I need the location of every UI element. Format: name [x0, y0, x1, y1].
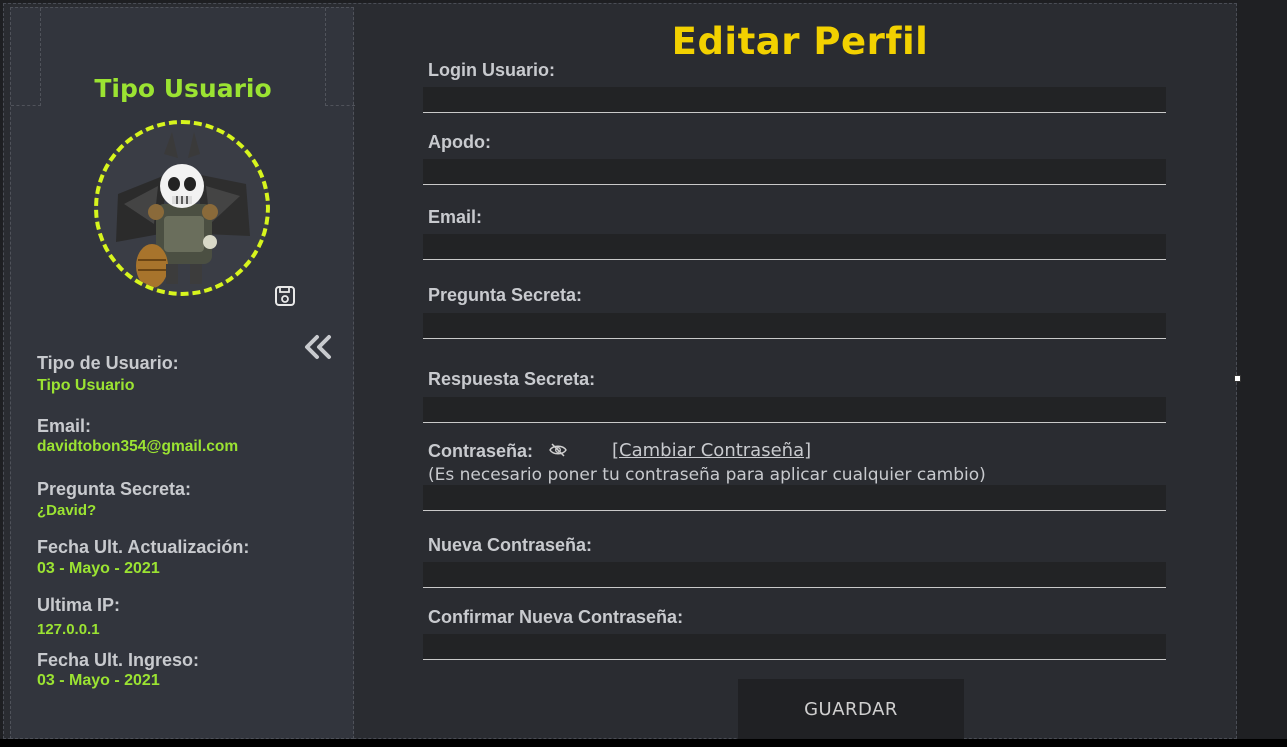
info-label-last-login: Fecha Ult. Ingreso: [37, 650, 200, 670]
label-confirm-password: Confirmar Nueva Contraseña: [428, 607, 684, 627]
label-login: Login Usuario: [428, 60, 555, 80]
label-new-password: Nueva Contraseña: [428, 535, 593, 555]
window-bottom-edge [0, 739, 1287, 747]
info-value-last-update: 03 - Mayo - 2021 [37, 560, 160, 577]
secret-question-input[interactable] [423, 313, 1166, 339]
password-input[interactable] [423, 485, 1166, 511]
info-value-last-login: 03 - Mayo - 2021 [37, 672, 160, 689]
info-value-last-ip: 127.0.0.1 [37, 621, 100, 638]
info-label-last-update: Fecha Ult. Actualización: [37, 537, 250, 557]
avatar [94, 120, 270, 296]
eye-slash-icon[interactable] [549, 443, 567, 457]
label-secret-question: Pregunta Secreta: [428, 285, 583, 305]
new-password-input[interactable] [423, 562, 1166, 588]
info-value-email: davidtobon354@gmail.com [37, 438, 239, 455]
resize-handle[interactable] [1234, 375, 1241, 382]
info-label-last-ip: Ultima IP: [37, 595, 121, 615]
label-password: Contraseña: [428, 441, 534, 461]
info-value-user-type: Tipo Usuario [37, 377, 135, 394]
info-label-user-type: Tipo de Usuario: [37, 353, 179, 373]
email-input[interactable] [423, 234, 1166, 260]
change-password-link[interactable]: [Cambiar Contraseña] [612, 440, 811, 461]
save-button[interactable]: GUARDAR [738, 679, 964, 739]
double-chevron-left-icon[interactable] [303, 334, 333, 360]
label-secret-answer: Respuesta Secreta: [428, 369, 596, 389]
sidebar-title: Tipo Usuario [94, 74, 272, 103]
page-title: Editar Perfil [671, 20, 929, 63]
profile-sidebar: Tipo Usuario Tipo de Usuario: Tipo Usuar… [10, 7, 355, 739]
window-edge [1238, 0, 1287, 747]
info-label-email: Email: [37, 416, 92, 436]
password-note: (Es necesario poner tu contraseña para a… [428, 465, 986, 485]
avatar-image [116, 132, 250, 288]
login-input[interactable] [423, 87, 1166, 113]
label-nickname: Apodo: [428, 132, 491, 152]
nickname-input[interactable] [423, 159, 1166, 185]
label-email: Email: [428, 207, 483, 227]
info-label-secret-question: Pregunta Secreta: [37, 479, 192, 499]
info-value-secret-question: ¿David? [37, 502, 97, 519]
save-icon[interactable] [274, 285, 296, 307]
confirm-password-input[interactable] [423, 634, 1166, 660]
secret-answer-input[interactable] [423, 397, 1166, 423]
